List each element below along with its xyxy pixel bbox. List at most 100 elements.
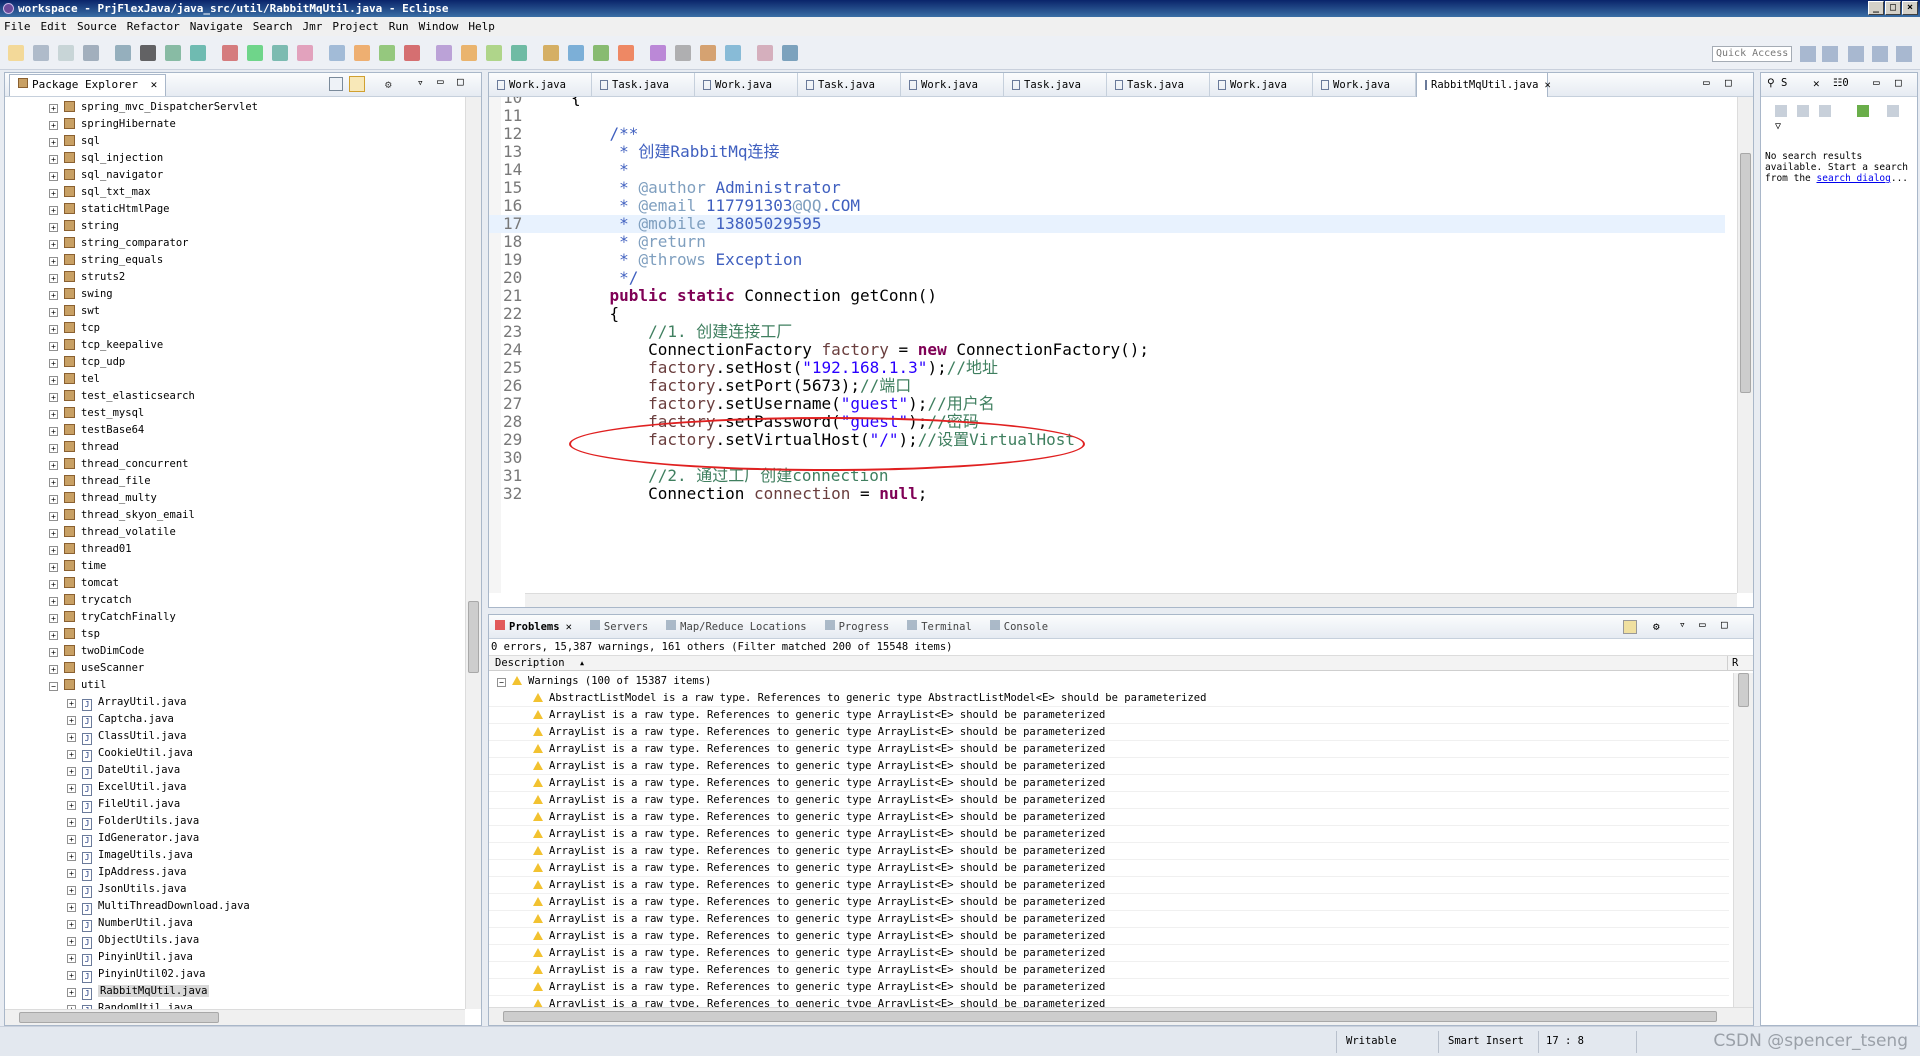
- toolbar-button-icon[interactable]: [461, 44, 477, 61]
- problem-row[interactable]: ArrayList is a raw type. References to g…: [489, 962, 1729, 979]
- expand-icon[interactable]: +: [67, 716, 76, 725]
- history-icon[interactable]: [1819, 105, 1831, 117]
- toolbar-button-icon[interactable]: [329, 44, 345, 61]
- tree-package-tel[interactable]: + tel: [49, 371, 100, 388]
- tree-package-tcp[interactable]: + tcp: [49, 320, 100, 337]
- expand-icon[interactable]: +: [49, 376, 58, 385]
- tree-file-item[interactable]: + J Captcha.java: [67, 711, 174, 728]
- toolbar-button-icon[interactable]: [354, 44, 370, 61]
- expand-icon[interactable]: +: [67, 818, 76, 827]
- tree-package-string_equals[interactable]: + string_equals: [49, 252, 163, 269]
- view-menu-icon[interactable]: [1887, 105, 1899, 117]
- collapse-all-icon[interactable]: [329, 77, 343, 91]
- expand-icon[interactable]: +: [49, 206, 58, 215]
- perspective-icon[interactable]: [1896, 46, 1912, 62]
- expand-icon[interactable]: +: [49, 529, 58, 538]
- toolbar-button-icon[interactable]: [165, 44, 181, 61]
- tree-package-useScanner[interactable]: + useScanner: [49, 660, 144, 677]
- tree-package-staticHtmlPage[interactable]: + staticHtmlPage: [49, 201, 170, 218]
- toolbar-button-icon[interactable]: [247, 44, 263, 61]
- expand-icon[interactable]: +: [67, 699, 76, 708]
- menu-jmr[interactable]: Jmr: [302, 20, 322, 33]
- collapse-icon[interactable]: −: [497, 678, 506, 687]
- expand-icon[interactable]: +: [49, 257, 58, 266]
- expand-icon[interactable]: +: [67, 801, 76, 810]
- expand-icon[interactable]: +: [49, 291, 58, 300]
- toolbar-button-icon[interactable]: [757, 44, 773, 61]
- tree-package-thread_multy[interactable]: + thread_multy: [49, 490, 157, 507]
- toolbar-button-icon[interactable]: [140, 44, 156, 61]
- tree-file-item[interactable]: + J ExcelUtil.java: [67, 779, 187, 796]
- problems-scroll-thumb[interactable]: [1738, 673, 1749, 707]
- expand-icon[interactable]: +: [49, 461, 58, 470]
- expand-icon[interactable]: +: [49, 308, 58, 317]
- tree-package-thread_concurrent[interactable]: + thread_concurrent: [49, 456, 188, 473]
- tree-package-time[interactable]: + time: [49, 558, 106, 575]
- tree-file-item[interactable]: + J DateUtil.java: [67, 762, 180, 779]
- expand-icon[interactable]: +: [49, 223, 58, 232]
- expand-icon[interactable]: +: [49, 155, 58, 164]
- expand-icon[interactable]: +: [67, 954, 76, 963]
- tree-file-item[interactable]: + J ArrayUtil.java: [67, 694, 187, 711]
- toolbar-button-icon[interactable]: [486, 44, 502, 61]
- toolbar-button-icon[interactable]: [675, 44, 691, 61]
- view-tab-progress[interactable]: Progress: [824, 620, 889, 633]
- expand-icon[interactable]: +: [67, 903, 76, 912]
- tree-package-trycatch[interactable]: + trycatch: [49, 592, 132, 609]
- editor-vertical-scrollbar[interactable]: [1737, 97, 1753, 593]
- tree-file-item[interactable]: + J NumberUtil.java: [67, 915, 193, 932]
- chevron-down-icon[interactable]: ▿: [1679, 618, 1686, 631]
- export-icon[interactable]: [1857, 105, 1869, 117]
- problem-row[interactable]: ArrayList is a raw type. References to g…: [489, 996, 1729, 1007]
- problem-row[interactable]: ArrayList is a raw type. References to g…: [489, 707, 1729, 724]
- tree-package-thread01[interactable]: + thread01: [49, 541, 132, 558]
- problem-row[interactable]: ArrayList is a raw type. References to g…: [489, 911, 1729, 928]
- tree-package-tcp_keepalive[interactable]: + tcp_keepalive: [49, 337, 163, 354]
- view-tab-map-reduce-locations[interactable]: Map/Reduce Locations: [666, 620, 807, 633]
- description-column-header[interactable]: Description ▴ R: [489, 655, 1753, 671]
- minimize-view-icon[interactable]: ▭: [437, 75, 444, 88]
- chevron-down-icon[interactable]: ▽: [1775, 121, 1781, 132]
- perspective-icon[interactable]: [1822, 46, 1838, 62]
- expand-icon[interactable]: +: [49, 614, 58, 623]
- minimize-editor-icon[interactable]: ▭: [1703, 76, 1710, 89]
- toolbar-button-icon[interactable]: [700, 44, 716, 61]
- expand-icon[interactable]: +: [49, 648, 58, 657]
- expand-icon[interactable]: +: [49, 563, 58, 572]
- expand-icon[interactable]: +: [67, 733, 76, 742]
- tree-file-item[interactable]: +JRandomUtil.java: [67, 1000, 193, 1009]
- expand-icon[interactable]: +: [67, 937, 76, 946]
- tree-package-sql_injection[interactable]: + sql_injection: [49, 150, 163, 167]
- problem-row[interactable]: ArrayList is a raw type. References to g…: [489, 894, 1729, 911]
- expand-icon[interactable]: +: [49, 342, 58, 351]
- editor-scroll-thumb[interactable]: [1740, 153, 1751, 393]
- tree-file-item[interactable]: + J FileUtil.java: [67, 796, 180, 813]
- tree-package-tsp[interactable]: + tsp: [49, 626, 100, 643]
- minimize-view-icon[interactable]: ▭: [1699, 618, 1706, 631]
- view-tab-servers[interactable]: Servers: [589, 620, 648, 633]
- toolbar-button-icon[interactable]: [190, 44, 206, 61]
- package-explorer-tab[interactable]: Package Explorer ✕: [9, 74, 167, 96]
- expand-icon[interactable]: +: [49, 495, 58, 504]
- expand-icon[interactable]: +: [49, 597, 58, 606]
- toolbar-button-icon[interactable]: [58, 44, 74, 61]
- toolbar-button-icon[interactable]: [83, 44, 99, 61]
- expand-icon[interactable]: +: [49, 665, 58, 674]
- problem-row[interactable]: ArrayList is a raw type. References to g…: [489, 979, 1729, 996]
- menu-project[interactable]: Project: [332, 20, 378, 33]
- expand-icon[interactable]: +: [49, 138, 58, 147]
- toolbar-button-icon[interactable]: [115, 44, 131, 61]
- toolbar-button-icon[interactable]: [436, 44, 452, 61]
- tree-file-item[interactable]: + J ClassUtil.java: [67, 728, 187, 745]
- expand-icon[interactable]: +: [49, 427, 58, 436]
- expand-icon[interactable]: +: [67, 750, 76, 759]
- menu-search[interactable]: Search: [253, 20, 293, 33]
- toolbar-button-icon[interactable]: [543, 44, 559, 61]
- tree-file-item[interactable]: + J PinyinUtil.java: [67, 949, 193, 966]
- expand-icon[interactable]: +: [49, 631, 58, 640]
- toolbar-button-icon[interactable]: [404, 44, 420, 61]
- expand-icon[interactable]: +: [49, 172, 58, 181]
- view-tab-console[interactable]: Console: [989, 620, 1048, 633]
- tree-hscroll-thumb[interactable]: [19, 1012, 219, 1023]
- tree-horizontal-scrollbar[interactable]: [5, 1009, 465, 1025]
